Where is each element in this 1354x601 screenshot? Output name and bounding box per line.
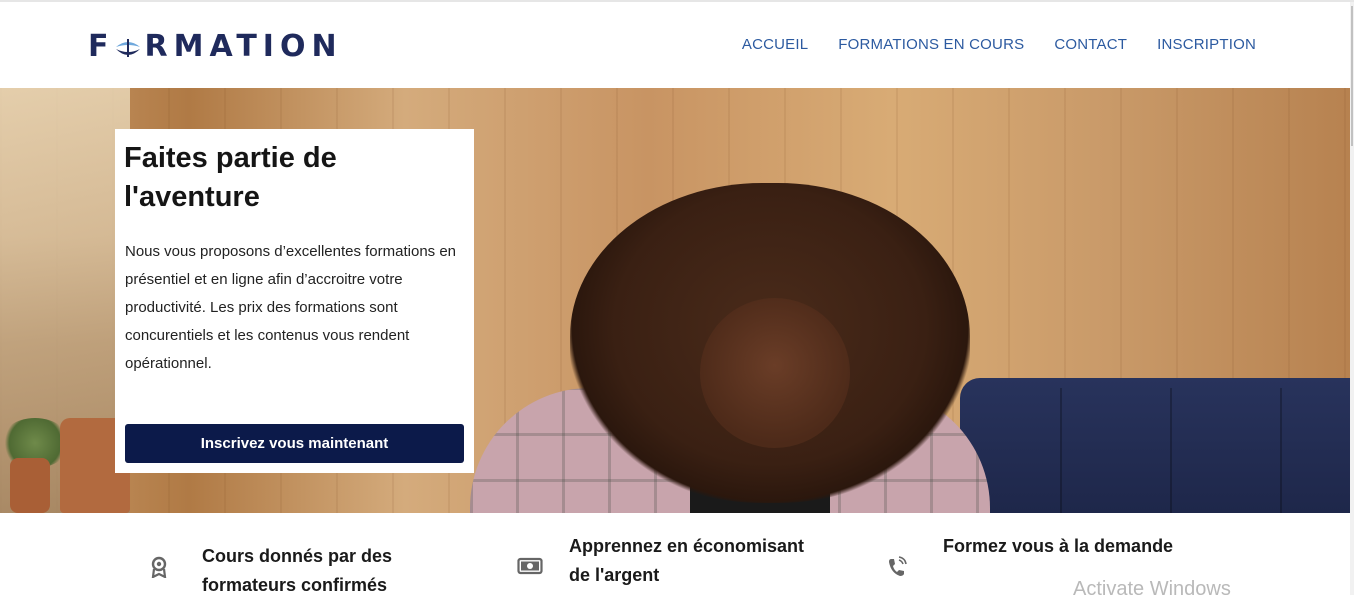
award-icon [151, 556, 167, 578]
page-scrollbar[interactable] [1350, 2, 1354, 595]
money-icon [517, 557, 543, 575]
logo-text-right: RMATION [144, 28, 343, 64]
scrollbar-thumb[interactable] [1351, 6, 1353, 146]
hero-person-face [700, 298, 850, 448]
sofa-seam [1280, 388, 1282, 513]
hero-card: Faites partie de l'aventure Nous vous pr… [115, 129, 474, 473]
sofa-seam [1170, 388, 1172, 513]
nav-inscription[interactable]: INSCRIPTION [1157, 36, 1256, 53]
nav-contact[interactable]: CONTACT [1054, 36, 1127, 53]
hero-description: Nous vous proposons d’excellentes format… [125, 243, 457, 372]
signup-now-button[interactable]: Inscrivez vous maintenant [125, 424, 464, 463]
feature-title: Apprennez en économisant de l'argent [569, 536, 805, 585]
main-nav: ACCUEIL FORMATIONS EN COURS CONTACT INSC… [742, 36, 1256, 53]
hero-banner: Faites partie de l'aventure Nous vous pr… [0, 88, 1350, 513]
hero-title: Faites partie de l'aventure [124, 142, 337, 213]
phone-icon [889, 556, 907, 576]
hero-sofa [960, 378, 1350, 513]
feature-title: Formez vous à la demande [943, 536, 1174, 556]
site-header: F RMATION ACCUEIL FORMATIONS EN COURS CO… [0, 2, 1350, 88]
os-activation-watermark: Activate Windows [1073, 578, 1231, 600]
feature-title: Cours donnés par des formateurs confirmé… [202, 546, 393, 595]
logo-book-icon [115, 39, 140, 57]
sofa-seam [1060, 388, 1062, 513]
site-logo[interactable]: F RMATION [88, 26, 343, 66]
hero-plant-pot-small [10, 458, 50, 513]
logo-text-left: F [88, 28, 115, 64]
nav-formations-en-cours[interactable]: FORMATIONS EN COURS [838, 36, 1024, 53]
nav-accueil[interactable]: ACCUEIL [742, 36, 808, 53]
